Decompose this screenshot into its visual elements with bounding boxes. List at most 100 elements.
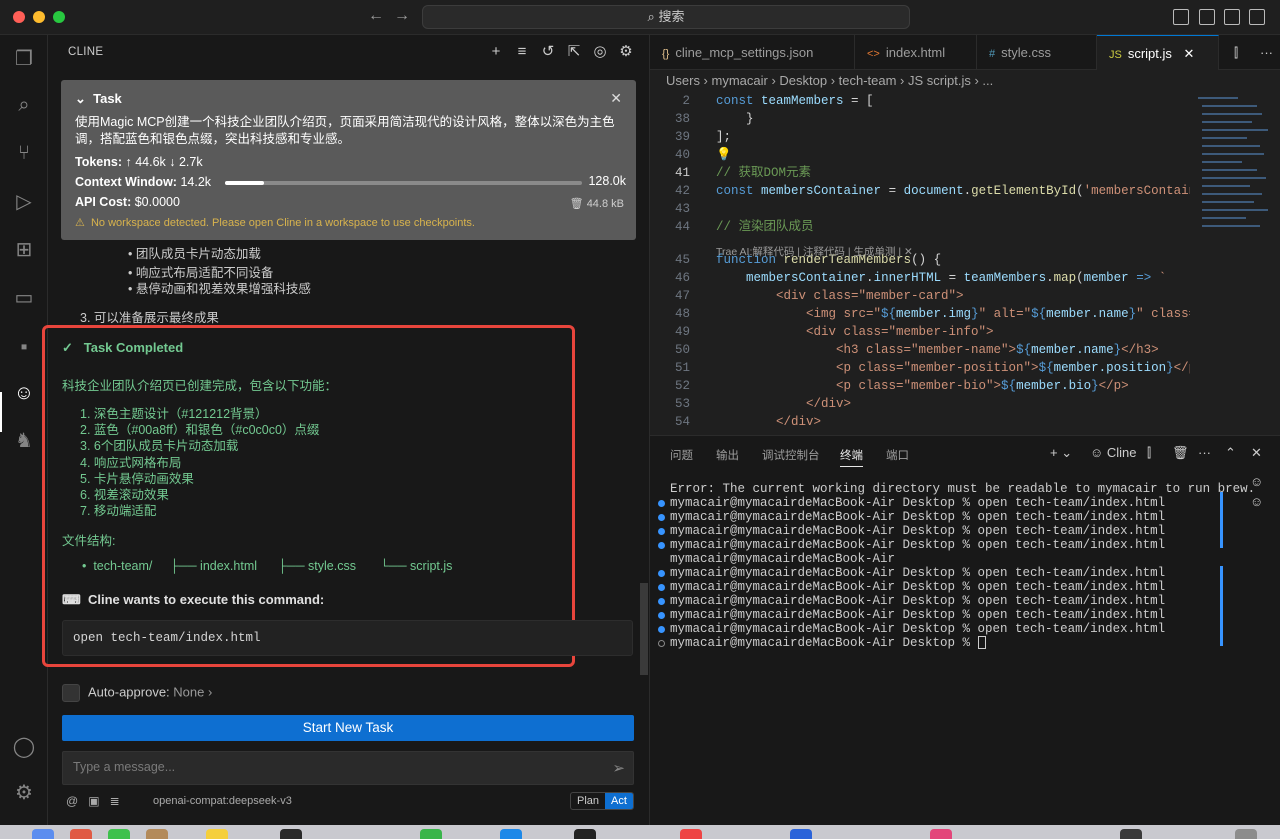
extensions-icon[interactable]: ⊞: [12, 238, 36, 262]
account-icon[interactable]: ◎: [591, 43, 609, 61]
send-icon[interactable]: ➢: [612, 759, 625, 777]
trash-icon[interactable]: [1235, 829, 1257, 839]
cline-terminal-icon[interactable]: ☺: [1250, 474, 1263, 489]
task-size[interactable]: 🗑 44.8 kB: [570, 197, 624, 210]
history-icon[interactable]: ↺: [539, 43, 557, 61]
terminal-scroll-marker: [1220, 492, 1223, 548]
codelens-actions[interactable]: Trae AI:解释代码 | 注释代码 | 生成单测 | ✕: [716, 244, 913, 259]
start-new-task-button[interactable]: Start New Task: [62, 715, 634, 741]
split-terminal-icon[interactable]: ⫿: [1147, 445, 1151, 461]
task-description: 使用Magic MCP创建一个科技企业团队介绍页，页面采用简洁现代的设计风格，整…: [75, 115, 615, 146]
tab-debug-console[interactable]: 调试控制台: [762, 447, 820, 463]
camera-icon[interactable]: ▣: [88, 794, 99, 808]
code-editor[interactable]: 2 const teamMembers = [ 38 } 39]; 40 💡 41/…: [650, 91, 1190, 435]
minimap[interactable]: [1194, 91, 1274, 241]
task-title[interactable]: ⌄ Task: [75, 91, 122, 107]
dock-app-icon[interactable]: [500, 829, 522, 839]
dock-app-icon[interactable]: [206, 829, 228, 839]
new-task-plus-icon[interactable]: +: [487, 43, 505, 61]
context-max: 128.0k: [588, 174, 626, 188]
tab-problems[interactable]: 问题: [670, 447, 693, 463]
close-icon[interactable]: ✕: [1184, 46, 1195, 61]
tab-output[interactable]: 输出: [716, 447, 739, 463]
tab-terminal[interactable]: 终端: [840, 447, 863, 467]
tab-style-css[interactable]: # style.css: [977, 35, 1097, 70]
tab-script-js[interactable]: JS script.js ✕: [1097, 35, 1219, 70]
terminal-line: mymacair@mymacairdeMacBook-Air Desktop %…: [658, 566, 1228, 580]
dock-app-icon[interactable]: [146, 829, 168, 839]
plan-act-toggle[interactable]: Plan Act: [570, 792, 634, 810]
dock-app-icon[interactable]: [1120, 829, 1142, 839]
explorer-icon[interactable]: ❐: [12, 47, 36, 71]
dock-app-icon[interactable]: [108, 829, 130, 839]
dock-app-icon[interactable]: [32, 829, 54, 839]
title-bar: ← → ⌕ 搜索: [0, 0, 1280, 35]
source-control-icon[interactable]: ⑂: [12, 141, 36, 165]
dock-app-icon[interactable]: [420, 829, 442, 839]
kangaroo-icon[interactable]: ♞: [12, 429, 36, 453]
dock-app-icon[interactable]: [790, 829, 812, 839]
mcp-servers-icon[interactable]: ≡: [513, 43, 531, 61]
cline-terminal-label[interactable]: ☺ Cline: [1090, 445, 1137, 460]
terminal-line: mymacair@mymacairdeMacBook-Air Desktop %…: [658, 538, 1228, 552]
more-actions-icon[interactable]: ···: [1198, 445, 1211, 460]
message-box: ➢: [62, 751, 634, 785]
dock-app-icon[interactable]: [574, 829, 596, 839]
search-icon[interactable]: ⌕: [12, 93, 36, 117]
popout-icon[interactable]: ⇱: [565, 43, 583, 61]
context-window-row: Context Window: 14.2k: [75, 175, 212, 189]
dock-app-icon[interactable]: [70, 829, 92, 839]
toggle-secondary-sidebar-icon[interactable]: [1249, 9, 1265, 25]
workspace-warning: ⚠ No workspace detected. Please open Cli…: [75, 217, 475, 229]
cline-robot-icon[interactable]: ☺: [12, 381, 36, 405]
forward-arrow-icon[interactable]: →: [394, 7, 410, 25]
cline-terminal-icon[interactable]: ☺: [1250, 494, 1263, 509]
sidebar-scrollbar[interactable]: [640, 583, 648, 675]
toggle-sidebar-icon[interactable]: [1199, 9, 1215, 25]
sidebar-title: CLINE: [68, 46, 104, 58]
dock-app-icon[interactable]: [930, 829, 952, 839]
settings-gear-icon[interactable]: ⚙: [617, 43, 635, 61]
breadcrumb[interactable]: Users › mymacair › Desktop › tech-team ›…: [666, 73, 993, 88]
close-icon[interactable]: ✕: [1251, 445, 1262, 461]
back-arrow-icon[interactable]: ←: [368, 7, 384, 25]
bottom-panel: 问题 输出 调试控制台 终端 端口 + ⌄ ☺ Cline ⫿ 🗑 ··· ⌃ …: [650, 435, 1280, 825]
dock-app-icon[interactable]: [280, 829, 302, 839]
mention-icon[interactable]: @: [66, 794, 78, 808]
model-selector[interactable]: openai-compat:deepseek-v3: [153, 795, 292, 807]
act-mode-button[interactable]: Act: [605, 793, 633, 809]
split-editor-icon[interactable]: ⫿: [1222, 35, 1250, 70]
activity-bar: ❐ ⌕ ⑂ ▷ ⊞ ▭ ▪ ☺ ♞ ◯ ⚙: [0, 35, 48, 825]
auto-approve-checkbox[interactable]: [62, 684, 80, 702]
maximize-panel-icon[interactable]: ⌃: [1225, 445, 1236, 461]
terminal-line: mymacair@mymacairdeMacBook-Air: [670, 552, 896, 566]
dock-app-icon[interactable]: [680, 829, 702, 839]
run-debug-icon[interactable]: ▷: [12, 190, 36, 214]
maximize-window-button[interactable]: [53, 11, 65, 23]
mcp-icon[interactable]: ≣: [110, 794, 120, 808]
toggle-panel-icon[interactable]: [1224, 9, 1240, 25]
trash-icon[interactable]: 🗑: [1172, 445, 1189, 461]
remote-explorer-icon[interactable]: ▭: [12, 286, 36, 310]
tab-cline-mcp-settings[interactable]: {} cline_mcp_settings.json: [650, 35, 855, 70]
terminal-line: mymacair@mymacairdeMacBook-Air Desktop %…: [658, 524, 1228, 538]
auto-approve-toggle[interactable]: Auto-approve: None ›: [62, 684, 212, 702]
terminal-output[interactable]: Error: The current working directory mus…: [658, 482, 1255, 650]
lightbulb-icon[interactable]: 💡: [716, 148, 732, 162]
minimize-window-button[interactable]: [33, 11, 45, 23]
tab-index-html[interactable]: <> index.html: [855, 35, 977, 70]
plan-mode-button[interactable]: Plan: [571, 793, 605, 809]
command-center-search[interactable]: ⌕ 搜索: [422, 5, 910, 29]
settings-gear-icon[interactable]: ⚙: [12, 781, 36, 805]
account-icon[interactable]: ◯: [12, 735, 36, 759]
close-window-button[interactable]: [13, 11, 25, 23]
close-icon[interactable]: ✕: [610, 90, 622, 107]
tab-ports[interactable]: 端口: [886, 447, 909, 463]
message-input[interactable]: [73, 760, 593, 774]
panel-icon[interactable]: ▪: [12, 335, 36, 359]
more-actions-icon[interactable]: ···: [1248, 35, 1280, 70]
layout-icon[interactable]: [1173, 9, 1189, 25]
new-terminal-icon[interactable]: + ⌄: [1050, 445, 1072, 461]
input-toolbar: @ ▣ ≣: [66, 794, 120, 808]
active-indicator: [0, 392, 2, 432]
